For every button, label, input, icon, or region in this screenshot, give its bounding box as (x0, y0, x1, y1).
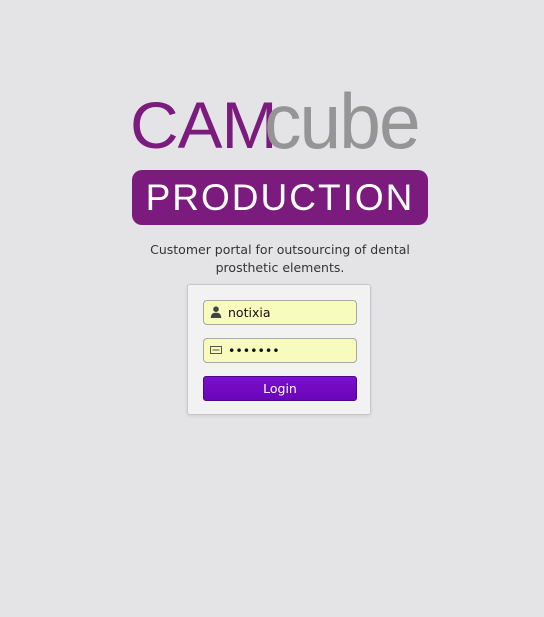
password-field[interactable] (203, 338, 357, 363)
portal-tagline: Customer portal for outsourcing of denta… (150, 242, 410, 275)
username-input[interactable] (228, 301, 352, 324)
user-icon (210, 306, 222, 318)
camcube-production-logo: CAM cube PRODUCTION (130, 82, 428, 226)
login-button[interactable]: Login (203, 376, 357, 401)
username-field[interactable] (203, 300, 357, 325)
logo-cube-text: cube (264, 77, 421, 165)
logo-production-text: PRODUCTION (145, 177, 415, 218)
logo-wordmark: CAM cube (130, 82, 428, 162)
login-form: Login (187, 284, 371, 415)
password-input[interactable] (228, 339, 352, 362)
logo-production-band: PRODUCTION (132, 170, 428, 225)
key-icon (210, 346, 222, 354)
logo-cam-text: CAM (130, 88, 278, 162)
